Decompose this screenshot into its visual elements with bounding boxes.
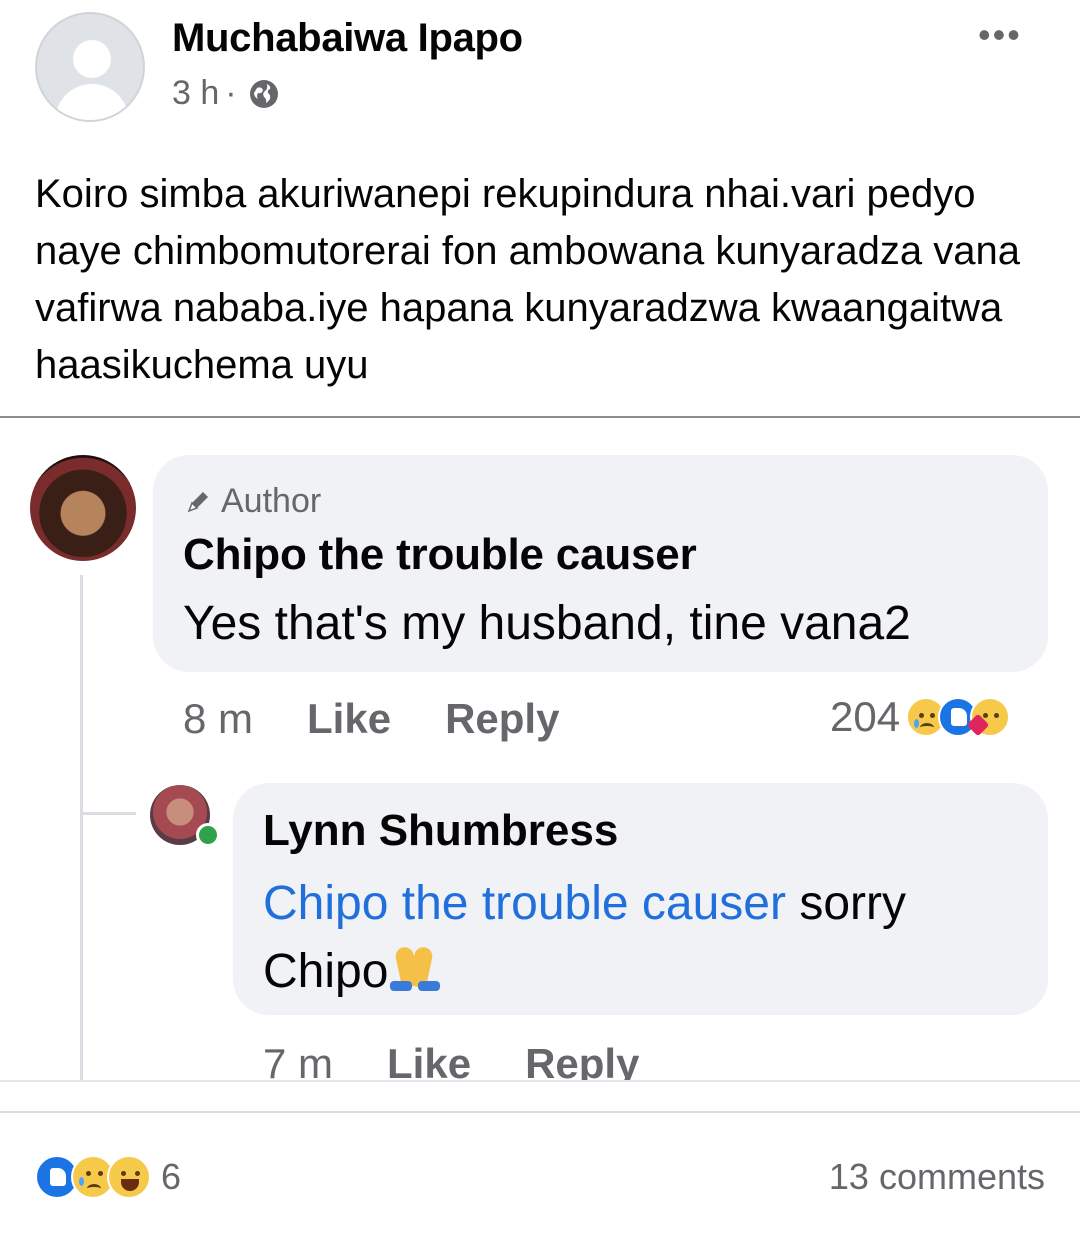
like-button[interactable]: Like	[307, 695, 391, 743]
post-author-name[interactable]: Muchabaiwa Ipapo	[172, 16, 523, 61]
care-reaction-icon	[966, 697, 1011, 737]
comment-time[interactable]: 8 m	[183, 695, 253, 743]
avatar-head-shape	[73, 40, 111, 78]
comment-text: Yes that's my husband, tine vana2	[183, 597, 911, 650]
folded-hands-icon	[388, 943, 442, 993]
more-options-icon[interactable]: •••	[978, 17, 1022, 53]
post-meta: 3 h ·	[172, 74, 279, 113]
mention-link[interactable]: Chipo the trouble causer	[263, 877, 786, 930]
reply-text: Chipo the trouble causer sorry Chipo	[263, 870, 1023, 1006]
globe-icon	[249, 79, 278, 108]
reply-like-button[interactable]: Like	[387, 1040, 471, 1080]
reply-author-name[interactable]: Lynn Shumbress	[263, 806, 618, 856]
reply-time[interactable]: 7 m	[263, 1040, 333, 1080]
reply-reply-button[interactable]: Reply	[525, 1040, 639, 1080]
reaction-count: 204	[830, 693, 901, 740]
author-badge: Author	[183, 482, 321, 521]
comments-count-link[interactable]: 13 comments	[829, 1156, 1045, 1198]
author-badge-label: Author	[221, 482, 322, 520]
comment-author-name[interactable]: Chipo the trouble causer	[183, 530, 697, 580]
thread-line	[80, 575, 83, 1080]
pencil-icon	[187, 491, 208, 512]
comment-reactions[interactable]: 204	[830, 693, 1011, 741]
reply-text-part: sorry	[785, 877, 906, 930]
thread-branch-line	[80, 812, 136, 815]
haha-reaction-icon	[107, 1155, 151, 1199]
reply-text-line2: Chipo	[263, 945, 389, 998]
post-author-avatar[interactable]	[35, 12, 145, 122]
post-reactions-summary[interactable]: 6	[35, 1155, 181, 1199]
reaction-count: 6	[161, 1156, 182, 1197]
divider	[0, 1080, 1080, 1082]
reply-actions: 7 m Like Reply	[263, 1040, 639, 1080]
post-body-text: Koiro simba akuriwanepi rekupindura nhai…	[35, 172, 1021, 387]
divider	[0, 1111, 1080, 1113]
meta-separator: ·	[225, 74, 237, 112]
commenter-avatar[interactable]	[30, 455, 136, 561]
post-time[interactable]: 3 h	[172, 74, 219, 113]
comment-actions: 8 m Like Reply	[183, 695, 559, 743]
divider	[0, 416, 1080, 418]
online-status-indicator	[196, 823, 220, 847]
reply-button[interactable]: Reply	[445, 695, 559, 743]
avatar-body-shape	[55, 84, 129, 120]
